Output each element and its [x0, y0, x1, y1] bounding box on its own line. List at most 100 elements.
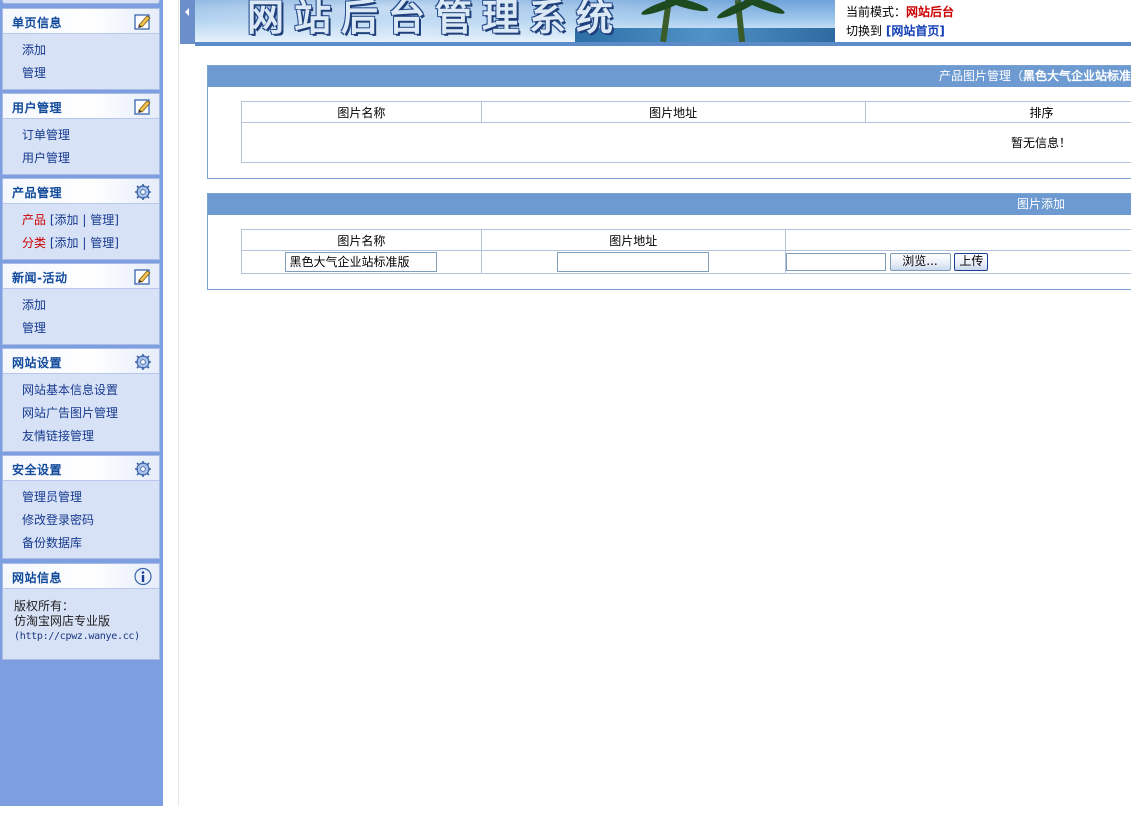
top-header: 网站后台管理系统 当前模式：网站后台 切换到 [网站首页] — [195, 0, 1131, 46]
sidebar-link-friend-links[interactable]: 友情链接管理 — [3, 425, 159, 448]
chevron-left-icon — [185, 8, 189, 16]
copyright-label: 版权所有： — [14, 599, 75, 613]
collapse-sidebar-button[interactable] — [180, 0, 195, 44]
banner-title: 网站后台管理系统 — [247, 0, 623, 39]
name-cell: 黑色大气企业站标准版 — [241, 250, 482, 274]
header-banner: 网站后台管理系统 — [195, 0, 835, 42]
panel-header[interactable]: 新闻-活动 — [3, 264, 159, 289]
panel-title: 安全设置 — [12, 463, 63, 477]
category-manage-link[interactable]: 管理 — [90, 236, 114, 250]
separator: | — [82, 213, 87, 227]
column-header — [784, 229, 1131, 251]
table-row: 黑色大气企业站标准版 浏览... 上传 — [241, 250, 1131, 274]
product-manage-link[interactable]: 管理 — [90, 213, 114, 227]
panel-news: 新闻-活动 添加 管理 — [2, 263, 160, 345]
column-header: 排序 — [864, 101, 1131, 123]
sidebar-link-backup-db[interactable]: 备份数据库 — [3, 532, 159, 555]
panel-title: 用户管理 — [12, 101, 63, 115]
current-mode: 当前模式：网站后台 — [846, 3, 954, 20]
browse-button[interactable]: 浏览... — [889, 253, 951, 271]
panel-title: 网站信息 — [12, 571, 63, 585]
copyright-product: 仿淘宝网店专业版 — [14, 614, 111, 628]
panel-header[interactable]: 产品管理 — [3, 179, 159, 204]
switch-to: 切换到 [网站首页] — [846, 22, 945, 39]
sidebar-link-change-password[interactable]: 修改登录密码 — [3, 509, 159, 532]
sidebar-link-admins[interactable]: 管理员管理 — [3, 486, 159, 509]
product-add-link[interactable]: 添加 — [55, 213, 79, 227]
panel-title: 产品图片管理（黑色大气企业站标准 — [939, 66, 1131, 87]
sidebar: 单页信息 添加 管理 用户管理 订单管理 用户管理 产品管理 产品 [添加 | … — [0, 0, 163, 806]
table-row: 暂无信息！ — [241, 122, 1131, 163]
switch-label: 切换到 — [846, 24, 883, 38]
panel-security: 安全设置 管理员管理 修改登录密码 备份数据库 — [2, 455, 160, 559]
table-header-row: 图片名称 图片地址 排序 — [241, 101, 1131, 123]
edit-icon — [134, 14, 151, 30]
panel-title: 图片添加 — [1017, 197, 1066, 211]
sidebar-row-product: 产品 [添加 | 管理] — [3, 209, 159, 232]
empty-message: 暂无信息！ — [241, 122, 1131, 163]
separator: | — [82, 236, 87, 250]
panel-title-prefix: 产品图片管理（ — [938, 69, 1023, 83]
panel-header-bar: 图片添加 — [208, 194, 1131, 215]
edit-icon — [134, 269, 151, 285]
panel-header-bar: 产品图片管理（黑色大气企业站标准 — [208, 66, 1131, 87]
panel-header[interactable]: 网站信息 — [3, 564, 159, 589]
column-header: 图片名称 — [241, 101, 482, 123]
sidebar-row-category: 分类 [添加 | 管理] — [3, 232, 159, 255]
sidebar-top-cap — [2, 0, 160, 4]
mode-label: 当前模式： — [846, 5, 907, 19]
panel-site-settings: 网站设置 网站基本信息设置 网站广告图片管理 友情链接管理 — [2, 348, 160, 452]
image-name-input[interactable]: 黑色大气企业站标准版 — [285, 252, 438, 272]
image-list-table: 图片名称 图片地址 排序 暂无信息！ — [241, 101, 1131, 163]
header-bottom-bar — [195, 42, 1131, 46]
bracket: ] — [114, 213, 119, 227]
column-header: 图片名称 — [241, 229, 482, 251]
info-icon — [134, 567, 152, 586]
upload-cell: 浏览... 上传 — [784, 250, 1131, 274]
sidebar-link-orders[interactable]: 订单管理 — [3, 124, 159, 147]
panel-site-info: 网站信息 版权所有： 仿淘宝网店专业版 (http://cpwz.wanye.c… — [2, 563, 160, 660]
image-url-input[interactable] — [557, 252, 710, 272]
panel-title: 单页信息 — [12, 16, 63, 30]
sidebar-link-add[interactable]: 添加 — [3, 294, 159, 317]
panel-user-manage: 用户管理 订单管理 用户管理 — [2, 93, 160, 175]
home-link[interactable]: [网站首页] — [886, 24, 945, 38]
panel-title: 新闻-活动 — [12, 271, 68, 285]
category-add-link[interactable]: 添加 — [55, 236, 79, 250]
image-add-table: 图片名称 图片地址 黑色大气企业站标准版 浏览... 上传 — [241, 229, 1131, 274]
category-label[interactable]: 分类 — [22, 236, 46, 250]
file-path-input[interactable] — [785, 253, 886, 271]
site-info-text: 版权所有： 仿淘宝网店专业版 (http://cpwz.wanye.cc) — [3, 589, 159, 644]
sidebar-link-manage[interactable]: 管理 — [3, 62, 159, 85]
image-manage-panel: 产品图片管理（黑色大气企业站标准 图片名称 图片地址 排序 暂无信息！ — [207, 65, 1131, 179]
upload-button[interactable]: 上传 — [954, 253, 989, 271]
panel-header[interactable]: 用户管理 — [3, 94, 159, 119]
frame-splitter[interactable] — [163, 0, 179, 806]
panel-header[interactable]: 网站设置 — [3, 349, 159, 374]
settings-icon — [135, 461, 151, 477]
copyright-url[interactable]: (http://cpwz.wanye.cc) — [14, 629, 159, 644]
panel-title: 网站设置 — [12, 356, 63, 370]
column-header: 图片地址 — [480, 229, 786, 251]
table-header-row: 图片名称 图片地址 — [241, 229, 1131, 251]
panel-product-manage: 产品管理 产品 [添加 | 管理] 分类 [添加 | 管理] — [2, 178, 160, 260]
sidebar-link-add[interactable]: 添加 — [3, 39, 159, 62]
panel-title-bold: 黑色大气企业站标准 — [1022, 69, 1131, 83]
settings-icon — [135, 354, 151, 370]
panel-single-page: 单页信息 添加 管理 — [2, 8, 160, 90]
column-header: 图片地址 — [480, 101, 866, 123]
sidebar-link-site-info[interactable]: 网站基本信息设置 — [3, 379, 159, 402]
mode-value: 网站后台 — [906, 5, 955, 19]
sidebar-link-users[interactable]: 用户管理 — [3, 147, 159, 170]
panel-title: 产品管理 — [12, 186, 63, 200]
settings-icon — [135, 184, 151, 200]
panel-header[interactable]: 单页信息 — [3, 9, 159, 34]
url-cell — [480, 250, 786, 274]
panel-header[interactable]: 安全设置 — [3, 456, 159, 481]
edit-icon — [134, 99, 151, 115]
sidebar-link-ad-images[interactable]: 网站广告图片管理 — [3, 402, 159, 425]
image-add-panel: 图片添加 图片名称 图片地址 黑色大气企业站标准版 浏览... 上传 — [207, 193, 1131, 290]
sidebar-link-manage[interactable]: 管理 — [3, 317, 159, 340]
bracket: ] — [114, 236, 119, 250]
product-label[interactable]: 产品 — [22, 213, 46, 227]
